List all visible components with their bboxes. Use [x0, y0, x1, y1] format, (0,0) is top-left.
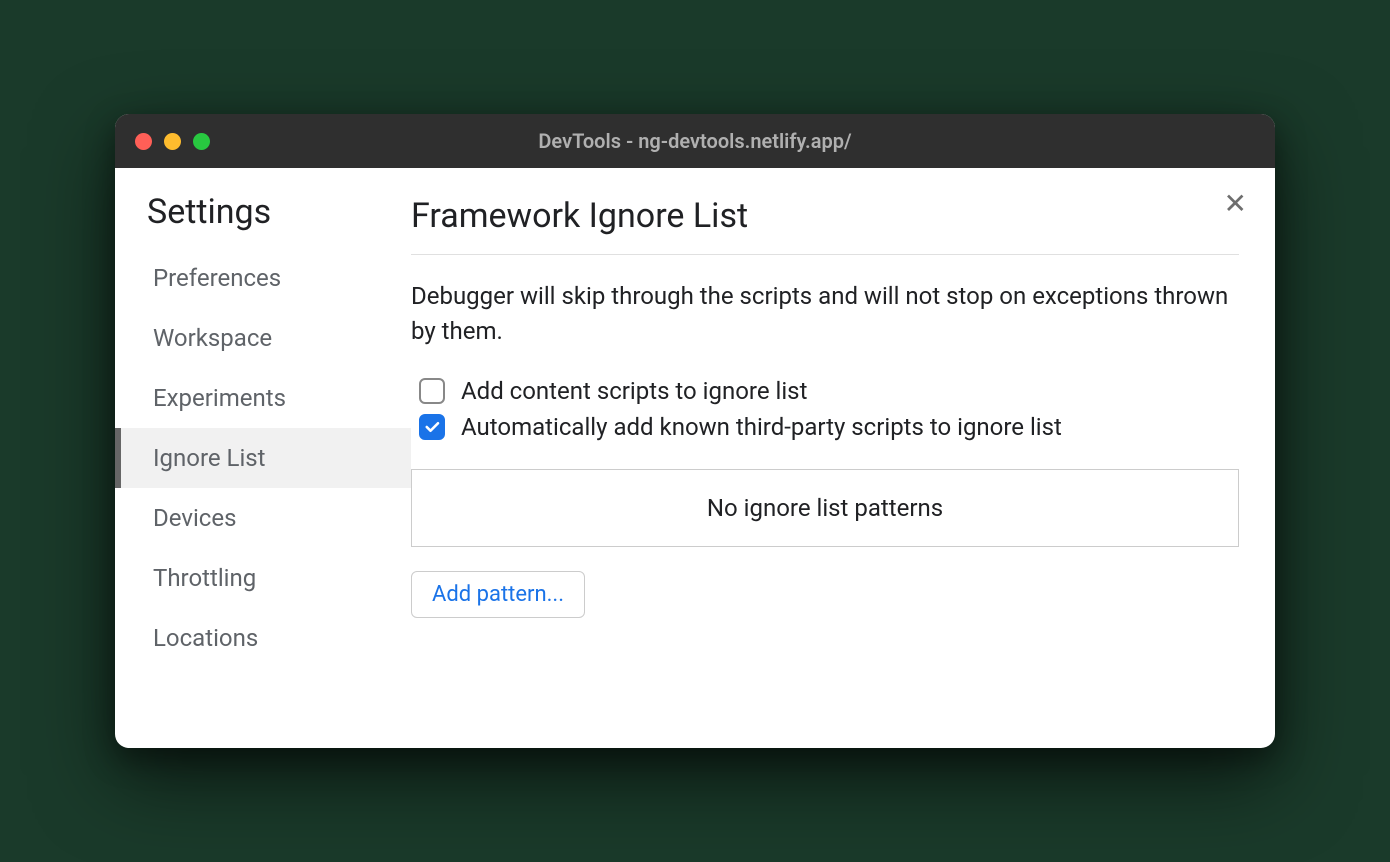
- window-title: DevTools - ng-devtools.netlify.app/: [538, 129, 851, 153]
- close-icon[interactable]: ✕: [1224, 190, 1247, 218]
- description-text: Debugger will skip through the scripts a…: [411, 279, 1239, 349]
- sidebar-item-preferences[interactable]: Preferences: [115, 248, 411, 308]
- add-pattern-button[interactable]: Add pattern...: [411, 571, 585, 618]
- traffic-lights: [135, 133, 210, 150]
- content-area: ✕ Settings Preferences Workspace Experim…: [115, 168, 1275, 748]
- checkbox-content-scripts[interactable]: [419, 378, 445, 404]
- checkbox-label: Automatically add known third-party scri…: [461, 413, 1062, 441]
- sidebar-item-throttling[interactable]: Throttling: [115, 548, 411, 608]
- main-panel: Framework Ignore List Debugger will skip…: [411, 168, 1275, 748]
- sidebar-item-ignore-list[interactable]: Ignore List: [115, 428, 411, 488]
- window-maximize-button[interactable]: [193, 133, 210, 150]
- sidebar-item-experiments[interactable]: Experiments: [115, 368, 411, 428]
- settings-sidebar: Settings Preferences Workspace Experimen…: [115, 168, 411, 748]
- window-minimize-button[interactable]: [164, 133, 181, 150]
- patterns-empty-state: No ignore list patterns: [411, 469, 1239, 547]
- sidebar-item-devices[interactable]: Devices: [115, 488, 411, 548]
- window-close-button[interactable]: [135, 133, 152, 150]
- checkbox-row-content-scripts: Add content scripts to ignore list: [411, 377, 1239, 405]
- checkbox-label: Add content scripts to ignore list: [461, 377, 807, 405]
- checkbox-third-party[interactable]: [419, 414, 445, 440]
- titlebar: DevTools - ng-devtools.netlify.app/: [115, 114, 1275, 168]
- sidebar-item-locations[interactable]: Locations: [115, 608, 411, 668]
- devtools-settings-window: DevTools - ng-devtools.netlify.app/ ✕ Se…: [115, 114, 1275, 748]
- checkmark-icon: [423, 418, 441, 436]
- checkbox-row-third-party: Automatically add known third-party scri…: [411, 413, 1239, 441]
- sidebar-item-workspace[interactable]: Workspace: [115, 308, 411, 368]
- page-title: Framework Ignore List: [411, 196, 1239, 255]
- sidebar-title: Settings: [115, 192, 411, 248]
